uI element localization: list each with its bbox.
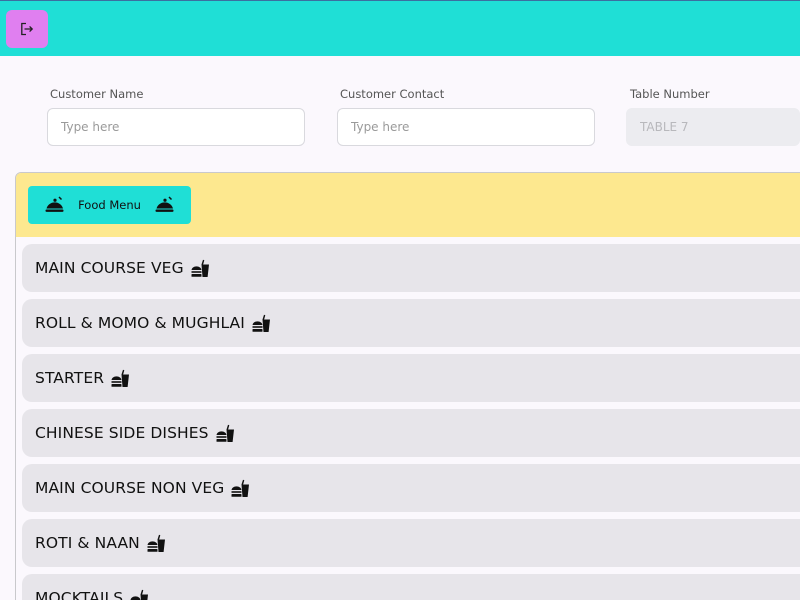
food-cover-icon (155, 196, 174, 212)
category-label: STARTER (35, 369, 105, 387)
category-item-main-course-veg[interactable]: MAIN COURSE VEG (22, 244, 800, 292)
menu-panel: Food Menu MAIN COURSE VEG ROLL & MOMO & … (15, 172, 800, 600)
category-label: CHINESE SIDE DISHES (35, 424, 209, 442)
fastfood-icon (231, 479, 250, 497)
category-item-roti-naan[interactable]: ROTI & NAAN (22, 519, 800, 567)
fastfood-icon (147, 534, 165, 552)
table-number-input (626, 108, 800, 146)
food-cover-icon (45, 196, 64, 212)
category-label: MOCKTAILS (35, 589, 124, 600)
customer-contact-input[interactable] (337, 108, 595, 146)
category-item-chinese-side-dishes[interactable]: CHINESE SIDE DISHES (22, 409, 800, 457)
fastfood-icon (216, 424, 234, 442)
category-label: MAIN COURSE NON VEG (35, 479, 225, 497)
category-label: MAIN COURSE VEG (35, 259, 184, 277)
fastfood-icon (130, 589, 149, 600)
menu-header: Food Menu (16, 173, 800, 237)
category-item-mocktails[interactable]: MOCKTAILS (22, 574, 800, 600)
top-app-bar (0, 0, 800, 56)
food-menu-button[interactable]: Food Menu (28, 186, 191, 224)
category-item-main-course-non-veg[interactable]: MAIN COURSE NON VEG (22, 464, 800, 512)
customer-name-input[interactable] (47, 108, 305, 146)
food-menu-label: Food Menu (78, 198, 141, 212)
logout-button[interactable] (6, 10, 48, 48)
fastfood-icon (111, 369, 130, 387)
category-item-starter[interactable]: STARTER (22, 354, 800, 402)
category-label: ROLL & MOMO & MUGHLAI (35, 314, 245, 332)
customer-name-label: Customer Name (50, 87, 144, 101)
fastfood-icon (191, 259, 209, 277)
customer-contact-label: Customer Contact (340, 87, 445, 101)
fastfood-icon (252, 314, 270, 332)
table-number-label: Table Number (630, 87, 710, 101)
logout-icon (21, 22, 34, 36)
category-label: ROTI & NAAN (35, 534, 140, 552)
category-item-roll-momo-mughlai[interactable]: ROLL & MOMO & MUGHLAI (22, 299, 800, 347)
